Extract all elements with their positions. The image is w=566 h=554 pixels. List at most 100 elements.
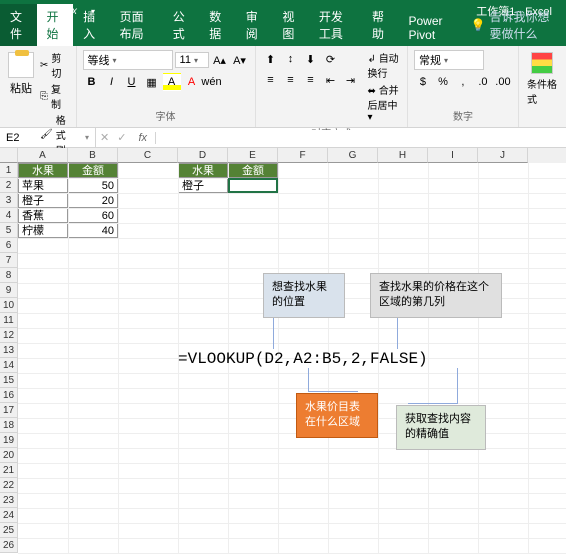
paste-button[interactable]: 粘贴 (6, 50, 36, 98)
wrap-button[interactable]: ↲ 自动换行 (368, 50, 401, 80)
tab-file[interactable]: 文件 (0, 4, 37, 46)
currency-icon[interactable]: $ (414, 73, 432, 91)
phonetic-button[interactable]: wén (203, 73, 221, 91)
col-header-A[interactable]: A (18, 148, 68, 163)
row-header-26[interactable]: 26 (0, 538, 18, 553)
col-header-J[interactable]: J (478, 148, 528, 163)
merge-button[interactable]: ⬌ 合并后居中 ▾ (368, 82, 401, 123)
row-header-15[interactable]: 15 (0, 373, 18, 388)
font-color-button[interactable]: A (183, 73, 201, 91)
row-header-11[interactable]: 11 (0, 313, 18, 328)
worksheet[interactable]: 1234567891011121314151617181920212223242… (0, 148, 566, 553)
align-right-icon[interactable]: ≡ (302, 71, 320, 89)
row-header-14[interactable]: 14 (0, 358, 18, 373)
row-header-9[interactable]: 9 (0, 283, 18, 298)
indent-inc-icon[interactable]: ⇥ (342, 71, 360, 89)
cell-a1[interactable]: 水果 (18, 163, 68, 178)
col-header-F[interactable]: F (278, 148, 328, 163)
cell-e2-selected[interactable] (228, 178, 278, 193)
row-header-20[interactable]: 20 (0, 448, 18, 463)
name-box[interactable]: E2▾ (0, 128, 96, 147)
cell-b1[interactable]: 金额 (68, 163, 118, 178)
tab-insert[interactable]: 插入 (73, 4, 110, 46)
col-header-E[interactable]: E (228, 148, 278, 163)
indent-dec-icon[interactable]: ⇤ (322, 71, 340, 89)
row-header-16[interactable]: 16 (0, 388, 18, 403)
row-header-25[interactable]: 25 (0, 523, 18, 538)
cut-button[interactable]: ✂剪切 (40, 50, 70, 80)
font-name-select[interactable]: 等线▾ (83, 50, 173, 70)
tab-data[interactable]: 数据 (199, 4, 236, 46)
percent-icon[interactable]: % (434, 73, 452, 91)
align-mid-icon[interactable]: ↕ (282, 50, 300, 68)
fx-icon[interactable]: fx (130, 132, 156, 144)
row-header-13[interactable]: 13 (0, 343, 18, 358)
row-header-5[interactable]: 5 (0, 223, 18, 238)
cell-d1[interactable]: 水果 (178, 163, 228, 178)
col-header-G[interactable]: G (328, 148, 378, 163)
cell-b3[interactable]: 20 (68, 193, 118, 208)
col-header-I[interactable]: I (428, 148, 478, 163)
row-header-10[interactable]: 10 (0, 298, 18, 313)
tab-home[interactable]: 开始 (37, 4, 74, 46)
dec-decimal-icon[interactable]: .00 (494, 73, 512, 91)
grow-font-icon[interactable]: A▴ (211, 51, 229, 69)
fill-color-button[interactable]: A (163, 73, 181, 91)
cell-b4[interactable]: 60 (68, 208, 118, 223)
row-header-24[interactable]: 24 (0, 508, 18, 523)
align-center-icon[interactable]: ≡ (282, 71, 300, 89)
border-button[interactable]: ▦ (143, 73, 161, 91)
align-top-icon[interactable]: ⬆ (262, 50, 280, 68)
col-header-B[interactable]: B (68, 148, 118, 163)
tab-power[interactable]: Power Pivot (399, 10, 463, 46)
row-header-19[interactable]: 19 (0, 433, 18, 448)
numfmt-select[interactable]: 常规▾ (414, 50, 484, 70)
row-header-17[interactable]: 17 (0, 403, 18, 418)
tab-help[interactable]: 帮助 (362, 4, 399, 46)
tab-dev[interactable]: 开发工具 (309, 4, 362, 46)
cell-e1[interactable]: 金额 (228, 163, 278, 178)
cell-b2[interactable]: 50 (68, 178, 118, 193)
cell-d2[interactable]: 橙子 (178, 178, 228, 193)
shrink-font-icon[interactable]: A▾ (231, 51, 249, 69)
cell-a5[interactable]: 柠檬 (18, 223, 68, 238)
underline-button[interactable]: U (123, 73, 141, 91)
row-header-6[interactable]: 6 (0, 238, 18, 253)
row-header-1[interactable]: 1 (0, 163, 18, 178)
cell-a2[interactable]: 苹果 (18, 178, 68, 193)
align-bot-icon[interactable]: ⬇ (302, 50, 320, 68)
col-header-D[interactable]: D (178, 148, 228, 163)
enter-icon[interactable]: ✓ (113, 131, 130, 144)
orientation-icon[interactable]: ⟳ (322, 50, 340, 68)
tab-review[interactable]: 审阅 (236, 4, 273, 46)
row-header-8[interactable]: 8 (0, 268, 18, 283)
row-header-22[interactable]: 22 (0, 478, 18, 493)
row-header-12[interactable]: 12 (0, 328, 18, 343)
row-header-2[interactable]: 2 (0, 178, 18, 193)
cell-a4[interactable]: 香蕉 (18, 208, 68, 223)
cell-a3[interactable]: 橙子 (18, 193, 68, 208)
tell-me[interactable]: 💡告诉我你想要做什么 (463, 4, 566, 46)
copy-button[interactable]: ⎘复制 (40, 81, 70, 111)
condfmt-button[interactable]: 条件格式 (525, 50, 560, 108)
inc-decimal-icon[interactable]: .0 (474, 73, 492, 91)
col-header-H[interactable]: H (378, 148, 428, 163)
row-header-7[interactable]: 7 (0, 253, 18, 268)
font-size-select[interactable]: 11▾ (175, 52, 209, 68)
tab-view[interactable]: 视图 (272, 4, 309, 46)
select-all-corner[interactable] (0, 148, 18, 163)
tab-formulas[interactable]: 公式 (163, 4, 200, 46)
row-header-3[interactable]: 3 (0, 193, 18, 208)
row-header-21[interactable]: 21 (0, 463, 18, 478)
cell-b5[interactable]: 40 (68, 223, 118, 238)
col-header-C[interactable]: C (118, 148, 178, 163)
cancel-icon[interactable]: ✕ (96, 131, 113, 144)
align-left-icon[interactable]: ≡ (262, 71, 280, 89)
row-header-4[interactable]: 4 (0, 208, 18, 223)
bold-button[interactable]: B (83, 73, 101, 91)
row-header-18[interactable]: 18 (0, 418, 18, 433)
formula-input[interactable] (156, 130, 566, 146)
tab-layout[interactable]: 页面布局 (110, 4, 163, 46)
comma-icon[interactable]: , (454, 73, 472, 91)
italic-button[interactable]: I (103, 73, 121, 91)
